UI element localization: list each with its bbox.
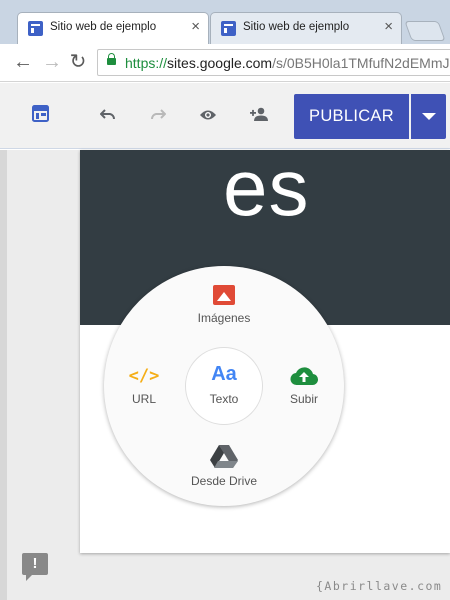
editor-toolbar: PUBLICAR bbox=[0, 83, 450, 149]
publish-button[interactable]: PUBLICAR bbox=[294, 94, 409, 139]
watermark: {Abrirllave.com bbox=[316, 579, 443, 593]
insert-drive-option[interactable]: Desde Drive bbox=[184, 444, 264, 488]
insert-text-label: Texto bbox=[209, 392, 239, 406]
feedback-icon[interactable]: ! bbox=[22, 553, 48, 581]
tab-title: Sitio web de ejemplo bbox=[243, 21, 350, 33]
insert-url-label: URL bbox=[131, 392, 156, 406]
reload-icon[interactable]: ↻ bbox=[66, 50, 90, 74]
browser-toolbar: ← → ↻ https://sites.google.com/s/0B5H0la… bbox=[0, 44, 450, 82]
address-bar[interactable]: https://sites.google.com/s/0B5H0la1TMfuf… bbox=[97, 49, 450, 76]
site-title[interactable]: es bbox=[223, 150, 310, 234]
new-tab-button[interactable] bbox=[404, 21, 446, 41]
lock-icon bbox=[107, 53, 116, 65]
redo-icon[interactable] bbox=[147, 105, 169, 127]
browser-tab-inactive[interactable]: Sitio web de ejemplo × bbox=[210, 12, 402, 44]
back-icon[interactable]: ← bbox=[11, 50, 35, 74]
share-person-icon[interactable] bbox=[248, 105, 270, 127]
insert-text-option[interactable]: Aa Texto bbox=[185, 347, 263, 425]
cloud-upload-icon bbox=[289, 366, 319, 386]
insert-upload-label: Subir bbox=[289, 392, 318, 406]
publish-dropdown-button[interactable] bbox=[411, 94, 446, 139]
sites-favicon-icon bbox=[28, 21, 43, 36]
insert-images-option[interactable]: Imágenes bbox=[184, 285, 264, 325]
insert-radial-menu: Imágenes </> URL Aa Texto Subir Desde Dr… bbox=[104, 266, 344, 506]
browser-tab-active[interactable]: Sitio web de ejemplo × bbox=[17, 12, 209, 44]
url-path: /s/0B5H0la1TMfufN2dEMmJ bbox=[272, 55, 450, 71]
site-layout-icon[interactable] bbox=[29, 105, 51, 127]
text-icon: Aa bbox=[211, 363, 237, 385]
url-text: https://sites.google.com/s/0B5H0la1TMfuf… bbox=[125, 55, 450, 71]
url-host: sites.google.com bbox=[167, 55, 273, 71]
close-tab-icon[interactable]: × bbox=[191, 19, 200, 35]
insert-url-option[interactable]: </> URL bbox=[104, 366, 184, 406]
undo-icon[interactable] bbox=[97, 105, 119, 127]
insert-drive-label: Desde Drive bbox=[190, 474, 258, 488]
insert-images-label: Imágenes bbox=[197, 311, 251, 325]
tab-title: Sitio web de ejemplo bbox=[50, 21, 157, 33]
left-panel-edge bbox=[0, 150, 7, 600]
url-scheme: https:// bbox=[125, 55, 168, 71]
insert-upload-option[interactable]: Subir bbox=[264, 366, 344, 406]
browser-tab-strip: Sitio web de ejemplo × Sitio web de ejem… bbox=[0, 0, 450, 44]
code-embed-icon: </> bbox=[128, 366, 160, 386]
preview-eye-icon[interactable] bbox=[197, 105, 219, 127]
sites-favicon-icon bbox=[221, 21, 236, 36]
image-icon bbox=[213, 285, 235, 305]
google-drive-icon bbox=[210, 444, 238, 468]
forward-icon[interactable]: → bbox=[40, 50, 64, 74]
close-tab-icon[interactable]: × bbox=[384, 19, 393, 35]
